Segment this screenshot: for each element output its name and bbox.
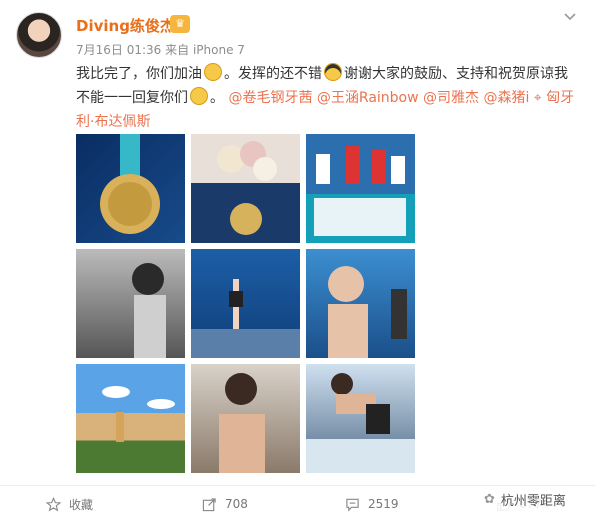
chevron-down-icon[interactable]	[562, 8, 578, 24]
watermark-label: 杭州零距离	[500, 494, 566, 509]
post-source: 来自 iPhone 7	[165, 43, 245, 57]
photo-pool-stretch[interactable]	[306, 364, 415, 473]
photo-gold-medal[interactable]	[76, 134, 185, 243]
mention-link[interactable]: @王涵Rainbow	[317, 90, 419, 106]
forward-button[interactable]: 708	[202, 486, 248, 521]
post-text-segment: 我比完了，你们加油	[76, 66, 202, 82]
post-header: Diving练俊杰 ♛ 7月16日 01:36 来自 iPhone 7	[0, 0, 595, 62]
comment-count: 2519	[368, 497, 399, 511]
timestamp: 7月16日 01:36	[76, 43, 162, 57]
post-text-segment: 不能一一回复你们	[76, 90, 188, 106]
photo-flowers-medal[interactable]	[191, 134, 300, 243]
post-text-segment: 。发挥的还不错	[224, 66, 322, 82]
forward-count: 708	[225, 497, 248, 511]
post-meta: 7月16日 01:36 来自 iPhone 7	[76, 41, 245, 58]
watermark: ✿ 杭州零距离	[478, 488, 572, 511]
photo-athlete-bw[interactable]	[76, 249, 185, 358]
comment-button[interactable]: 2519	[345, 486, 399, 521]
avatar[interactable]	[16, 12, 62, 58]
photo-athlete-gym[interactable]	[191, 364, 300, 473]
post-text-segment: 谢谢大家的鼓励、支持和祝贺原谅我	[344, 66, 568, 82]
comment-icon	[346, 498, 359, 511]
username[interactable]: Diving练俊杰	[76, 15, 175, 36]
grin-emoji-icon	[204, 63, 222, 81]
photo-athlete-portrait[interactable]	[306, 249, 415, 358]
photo-grid	[76, 134, 416, 474]
mention-link[interactable]: @司雅杰	[423, 90, 479, 106]
star-icon	[46, 496, 61, 512]
vip-badge-icon: ♛	[170, 15, 190, 33]
favorite-label: 收藏	[69, 497, 94, 512]
smile-emoji-icon	[190, 87, 208, 105]
post-text-segment: 。	[210, 90, 224, 106]
favorite-button[interactable]: 收藏	[46, 486, 93, 521]
photo-platform-diver[interactable]	[191, 249, 300, 358]
mention-link[interactable]: @卷毛钢牙茜	[228, 90, 312, 106]
mention-link[interactable]: @森猪i	[483, 90, 529, 106]
wechat-icon: ✿	[484, 492, 495, 507]
share-icon	[202, 497, 216, 511]
post-text: 我比完了，你们加油 。发挥的还不错 谢谢大家的鼓励、支持和祝贺原谅我 不能一一回复你…	[76, 62, 581, 134]
cool-emoji-icon	[324, 63, 342, 81]
photo-podium[interactable]	[306, 134, 415, 243]
photo-budapest-skyline[interactable]	[76, 364, 185, 473]
location-pin-icon: ⌖	[533, 90, 542, 106]
